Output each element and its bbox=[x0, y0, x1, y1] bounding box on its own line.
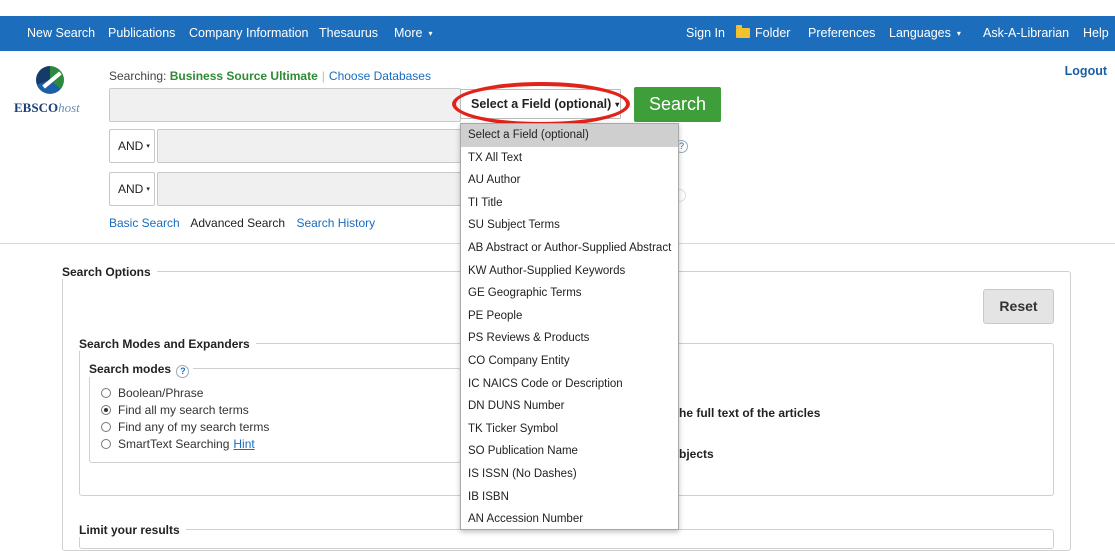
help-icon[interactable]: ? bbox=[176, 365, 190, 378]
dropdown-option[interactable]: DN DUNS Number bbox=[461, 395, 678, 418]
dropdown-option[interactable]: IS ISSN (No Dashes) bbox=[461, 463, 678, 486]
nav-preferences[interactable]: Preferences bbox=[808, 16, 875, 51]
radio-smarttext[interactable]: SmartText Searching Hint bbox=[101, 437, 255, 451]
bool-operator-select-3[interactable]: AND ▾ bbox=[109, 172, 155, 206]
highlight-annotation bbox=[452, 82, 630, 126]
limit-results-panel bbox=[79, 529, 1054, 549]
search-modes-section-title: Search Modes and Expanders bbox=[79, 337, 256, 351]
nav-folder[interactable]: Folder bbox=[736, 16, 790, 51]
caret-down-icon: ▾ bbox=[956, 29, 961, 39]
dropdown-option[interactable]: AU Author bbox=[461, 169, 678, 192]
search-input-2[interactable] bbox=[157, 129, 461, 163]
nav-languages[interactable]: Languages ▾ bbox=[889, 16, 961, 51]
search-input-3[interactable] bbox=[157, 172, 461, 206]
dropdown-option[interactable]: TI Title bbox=[461, 192, 678, 215]
limit-results-title: Limit your results bbox=[79, 523, 186, 537]
search-options-title: Search Options bbox=[62, 265, 157, 279]
expander-label-partial: he full text of the articles bbox=[679, 406, 821, 420]
hint-link[interactable]: Hint bbox=[233, 437, 254, 451]
radio-find-any[interactable]: Find any of my search terms bbox=[101, 420, 269, 434]
radio-icon bbox=[101, 422, 111, 432]
field-dropdown: Select a Field (optional) TX All Text AU… bbox=[460, 123, 679, 530]
dropdown-option[interactable]: SU Subject Terms bbox=[461, 214, 678, 237]
dropdown-option[interactable]: IC NAICS Code or Description bbox=[461, 373, 678, 396]
dropdown-option[interactable]: SO Publication Name bbox=[461, 440, 678, 463]
dropdown-option[interactable]: GE Geographic Terms bbox=[461, 282, 678, 305]
radio-selected-icon bbox=[101, 405, 111, 415]
nav-publications[interactable]: Publications bbox=[108, 16, 175, 51]
ebscohost-logo[interactable]: EBSCOhost bbox=[14, 66, 98, 126]
radio-icon bbox=[101, 439, 111, 449]
nav-help[interactable]: Help bbox=[1083, 16, 1109, 51]
caret-down-icon: ▾ bbox=[146, 185, 150, 193]
radio-boolean-phrase[interactable]: Boolean/Phrase bbox=[101, 386, 203, 400]
radio-find-all[interactable]: Find all my search terms bbox=[101, 403, 249, 417]
logo-text: EBSCOhost bbox=[14, 100, 80, 115]
dropdown-option[interactable]: PS Reviews & Products bbox=[461, 327, 678, 350]
divider: | bbox=[321, 69, 325, 83]
nav-bar: New Search Publications Company Informat… bbox=[0, 16, 1115, 51]
choose-databases-link[interactable]: Choose Databases bbox=[329, 69, 431, 83]
caret-down-icon: ▾ bbox=[146, 142, 150, 150]
nav-new-search[interactable]: New Search bbox=[27, 16, 95, 51]
bool-operator-select-2[interactable]: AND ▾ bbox=[109, 129, 155, 163]
caret-down-icon: ▾ bbox=[428, 29, 433, 39]
expander-label-partial: bjects bbox=[679, 447, 714, 461]
basic-search-link[interactable]: Basic Search bbox=[109, 216, 180, 230]
search-mode-links: Basic Search Advanced Search Search Hist… bbox=[109, 216, 383, 230]
bool-operator-label: AND bbox=[118, 182, 144, 196]
dropdown-option[interactable]: TK Ticker Symbol bbox=[461, 418, 678, 441]
dropdown-option[interactable]: AB Abstract or Author-Supplied Abstract bbox=[461, 237, 678, 260]
nav-folder-label: Folder bbox=[755, 26, 791, 40]
dropdown-option[interactable]: AN Accession Number bbox=[461, 508, 678, 529]
dropdown-option[interactable]: PE People bbox=[461, 305, 678, 328]
radio-icon bbox=[101, 388, 111, 398]
nav-company-information[interactable]: Company Information bbox=[189, 16, 309, 51]
dropdown-option[interactable]: CO Company Entity bbox=[461, 350, 678, 373]
reset-button[interactable]: Reset bbox=[983, 289, 1054, 324]
search-modes-title: Search modes ? bbox=[89, 362, 194, 378]
advanced-search-label: Advanced Search bbox=[190, 216, 286, 230]
nav-sign-in[interactable]: Sign In bbox=[686, 16, 725, 51]
searching-info: Searching: Business Source Ultimate | Choo… bbox=[109, 69, 431, 83]
bool-operator-label: AND bbox=[118, 139, 144, 153]
search-input-1[interactable] bbox=[109, 88, 461, 122]
dropdown-option[interactable]: Select a Field (optional) bbox=[461, 124, 678, 147]
dropdown-option[interactable]: IB ISBN bbox=[461, 486, 678, 509]
search-button[interactable]: Search bbox=[634, 87, 721, 122]
nav-thesaurus[interactable]: Thesaurus bbox=[319, 16, 378, 51]
searching-label: Searching: bbox=[109, 69, 167, 83]
nav-ask-a-librarian[interactable]: Ask-A-Librarian bbox=[983, 16, 1069, 51]
logout-link[interactable]: Logout bbox=[1065, 64, 1107, 78]
folder-icon bbox=[736, 25, 750, 38]
dropdown-option[interactable]: KW Author-Supplied Keywords bbox=[461, 260, 678, 283]
nav-more[interactable]: More ▾ bbox=[394, 16, 433, 51]
search-history-link[interactable]: Search History bbox=[296, 216, 375, 230]
database-name: Business Source Ultimate bbox=[169, 69, 318, 83]
nav-more-label: More bbox=[394, 26, 423, 40]
dropdown-option[interactable]: TX All Text bbox=[461, 147, 678, 170]
nav-languages-label: Languages bbox=[889, 26, 951, 40]
ebsco-logo-icon bbox=[36, 66, 64, 94]
top-navigation: New Search Publications Company Informat… bbox=[0, 0, 1115, 62]
